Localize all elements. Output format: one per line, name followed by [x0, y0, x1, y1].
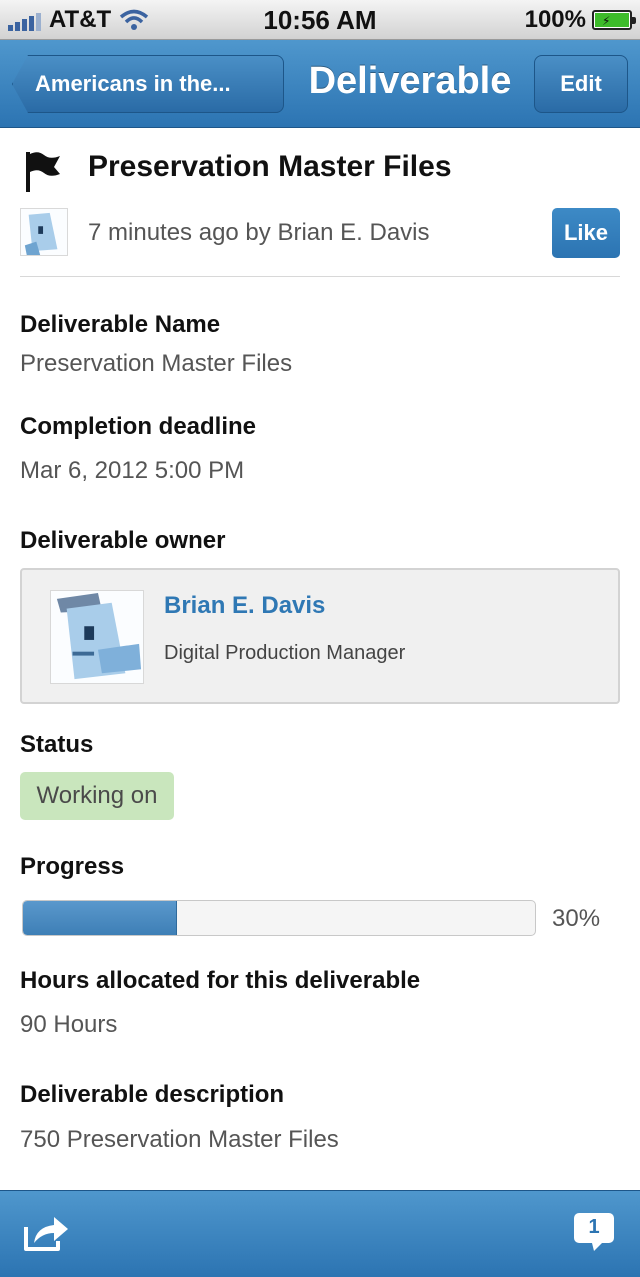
deliverable-title: Preservation Master Files	[88, 150, 452, 183]
page-title: Deliverable	[308, 60, 512, 102]
status-bar: AT&T 10:56 AM 100% ⚡	[0, 0, 640, 40]
share-icon[interactable]	[22, 1213, 72, 1253]
progress-bar	[22, 900, 536, 936]
status-bar-right: 100% ⚡	[524, 6, 636, 34]
status-label: Status	[20, 731, 94, 758]
navigation-bar: Americans in the... Deliverable Edit	[0, 40, 640, 128]
battery-percent: 100%	[524, 6, 586, 33]
post-meta: 7 minutes ago by Brian E. Davis	[88, 219, 430, 246]
owner-name-link[interactable]: Brian E. Davis	[164, 592, 325, 620]
deliverable-name-label: Deliverable Name	[20, 311, 221, 338]
back-button-label: Americans in the...	[35, 71, 231, 96]
owner-card[interactable]: Brian E. Davis Digital Production Manage…	[20, 568, 620, 704]
completion-deadline-value: Mar 6, 2012 5:00 PM	[20, 457, 245, 484]
deliverable-owner-label: Deliverable owner	[20, 527, 226, 554]
edit-button[interactable]: Edit	[534, 55, 628, 113]
progress-percent: 30%	[552, 905, 601, 932]
divider	[20, 276, 620, 277]
deliverable-description-value: 750 Preservation Master Files	[20, 1126, 339, 1153]
flag-icon	[26, 152, 60, 192]
like-button[interactable]: Like	[552, 208, 620, 258]
progress-label: Progress	[20, 853, 125, 880]
hours-allocated-label: Hours allocated for this deliverable	[20, 967, 421, 994]
avatar[interactable]	[20, 208, 68, 256]
comment-icon[interactable]: 1	[572, 1211, 616, 1253]
bottom-toolbar: 1	[0, 1190, 640, 1277]
status-badge: Working on	[20, 772, 174, 820]
deliverable-description-label: Deliverable description	[20, 1081, 285, 1108]
hours-allocated-value: 90 Hours	[20, 1011, 118, 1038]
comment-count: 1	[588, 1216, 600, 1238]
back-button[interactable]: Americans in the...	[12, 55, 284, 113]
owner-avatar[interactable]	[50, 590, 144, 684]
progress-bar-fill	[23, 901, 177, 935]
owner-role: Digital Production Manager	[164, 642, 406, 664]
battery-icon: ⚡	[592, 10, 636, 30]
completion-deadline-label: Completion deadline	[20, 413, 257, 440]
deliverable-name-value: Preservation Master Files	[20, 350, 293, 377]
